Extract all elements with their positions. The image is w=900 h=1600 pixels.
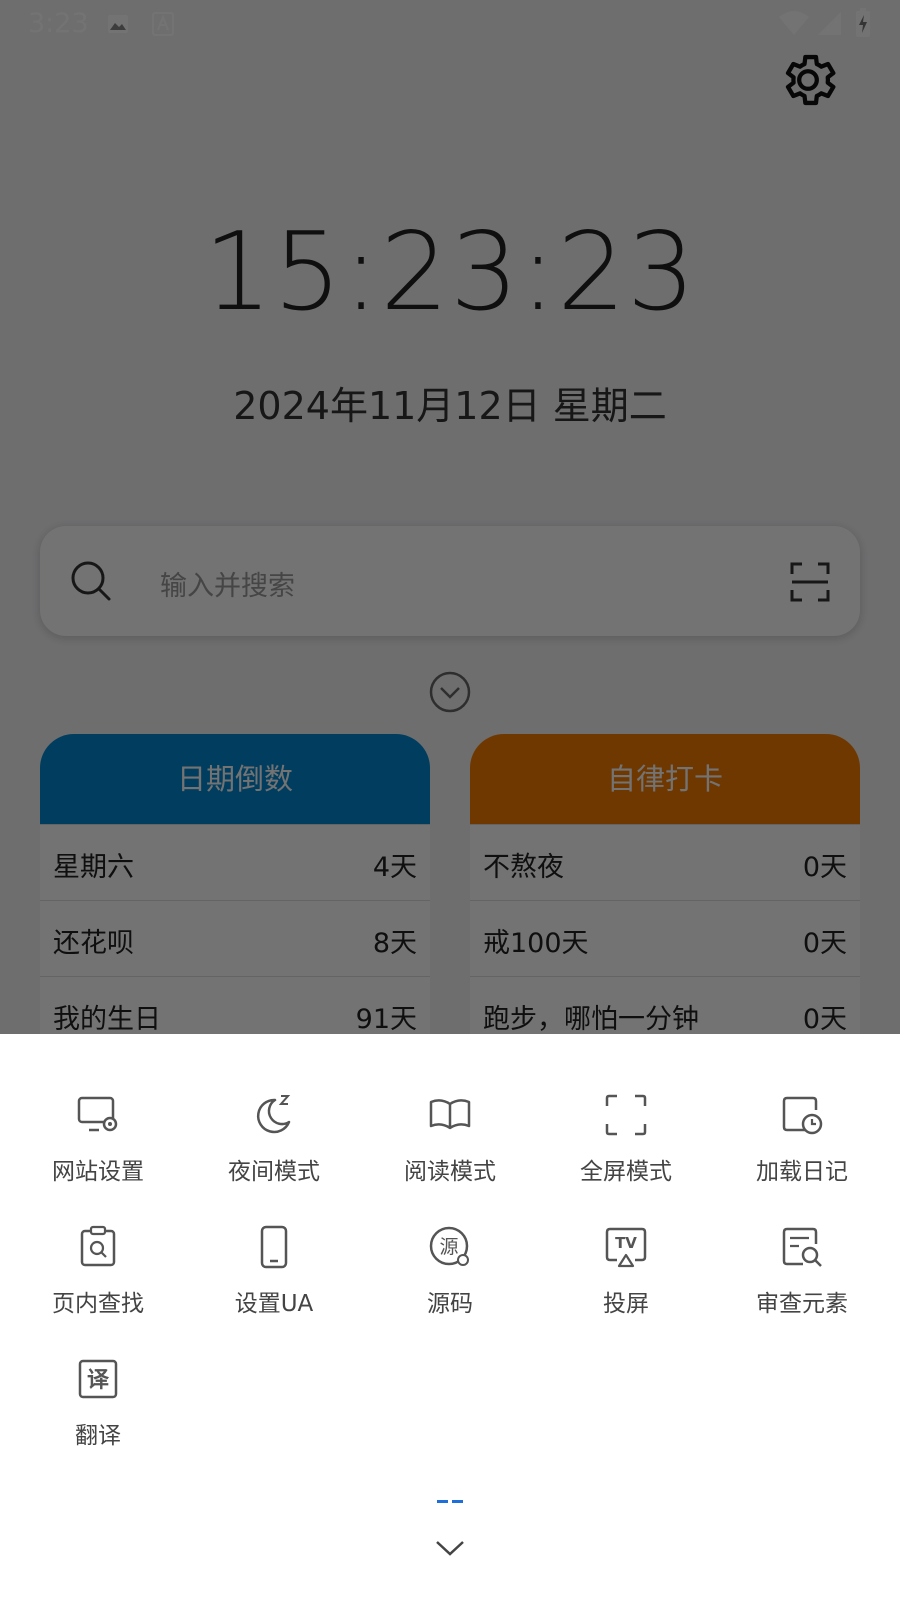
- log-clock-icon: [782, 1096, 823, 1135]
- item-name: 还花呗: [53, 928, 134, 959]
- item-value: 8天: [372, 928, 417, 959]
- menu-label: 投屏: [603, 1291, 649, 1317]
- search-icon: [71, 561, 111, 601]
- status-time: 3:23: [28, 8, 89, 39]
- search-input[interactable]: 输入并搜索: [160, 564, 295, 603]
- chevron-down-icon[interactable]: [434, 1538, 466, 1558]
- menu-item-translate[interactable]: 译 翻译: [10, 1356, 186, 1450]
- menu-label: 全屏模式: [580, 1159, 672, 1185]
- home-screen: 3:23 15:23:23 2024年11月12日 星期二 输入并搜索 日期倒数…: [0, 0, 900, 1034]
- clipboard-search-icon: [80, 1225, 116, 1267]
- menu-item-find-in-page[interactable]: 页内查找: [10, 1224, 186, 1318]
- menu-item-fullscreen[interactable]: 全屏模式: [538, 1092, 714, 1186]
- countdown-card-title: 日期倒数: [40, 734, 430, 824]
- book-icon: [429, 1099, 471, 1130]
- cast-tv-icon: TV: [605, 1227, 647, 1268]
- list-item[interactable]: 我的生日 91天: [40, 976, 430, 1034]
- item-name: 不熬夜: [483, 852, 564, 883]
- source-glyph: 源: [439, 1236, 458, 1258]
- checkin-card-title: 自律打卡: [470, 734, 860, 824]
- checkin-card[interactable]: 自律打卡 不熬夜 0天 戒100天 0天 跑步，哪怕一分钟 0天: [470, 734, 860, 1034]
- cast-glyph: TV: [615, 1234, 637, 1252]
- menu-item-site-settings[interactable]: 网站设置: [10, 1092, 186, 1186]
- menu-item-load-log[interactable]: 加载日记: [714, 1092, 890, 1186]
- clock-date: 2024年11月12日 星期二: [233, 384, 667, 428]
- menu-label: 翻译: [75, 1423, 121, 1449]
- image-notification-icon: [108, 15, 128, 33]
- list-item[interactable]: 戒100天 0天: [470, 900, 860, 976]
- menu-label: 阅读模式: [404, 1159, 496, 1185]
- item-name: 跑步，哪怕一分钟: [483, 1004, 699, 1034]
- translate-glyph: 译: [87, 1368, 110, 1393]
- monitor-gear-icon: [77, 1096, 118, 1132]
- menu-label: 页内查找: [52, 1291, 144, 1317]
- cellular-signal-icon: [818, 12, 841, 35]
- item-value: 0天: [802, 852, 847, 883]
- list-item[interactable]: 星期六 4天: [40, 824, 430, 900]
- font-notification-icon: [152, 12, 174, 36]
- menu-label: 审查元素: [756, 1291, 848, 1317]
- status-bar: 3:23: [0, 0, 900, 48]
- menu-label: 源码: [427, 1291, 473, 1317]
- item-name: 戒100天: [483, 928, 589, 959]
- list-item[interactable]: 跑步，哪怕一分钟 0天: [470, 976, 860, 1034]
- page-indicator: [437, 1488, 467, 1507]
- menu-item-night-mode[interactable]: 夜间模式: [186, 1092, 362, 1186]
- menu-label: 网站设置: [52, 1159, 144, 1185]
- fullscreen-icon: [605, 1094, 647, 1136]
- phone-icon: [260, 1225, 288, 1269]
- scan-icon[interactable]: [790, 562, 830, 602]
- menu-label: 设置UA: [234, 1291, 314, 1317]
- search-bar[interactable]: 输入并搜索: [40, 526, 860, 636]
- item-value: 0天: [802, 1004, 847, 1034]
- wifi-icon: [779, 11, 809, 35]
- menu-item-cast[interactable]: TV 投屏: [538, 1224, 714, 1318]
- menu-item-source-code[interactable]: 源 源码: [362, 1224, 538, 1318]
- menu-item-reading-mode[interactable]: 阅读模式: [362, 1092, 538, 1186]
- clock-time: 15:23:23: [203, 210, 697, 335]
- menu-label: 加载日记: [756, 1159, 848, 1185]
- menu-item-inspect[interactable]: 审查元素: [714, 1224, 890, 1318]
- list-item[interactable]: 还花呗 8天: [40, 900, 430, 976]
- inspect-icon: [782, 1227, 822, 1267]
- translate-icon: 译: [78, 1359, 118, 1399]
- expand-chevron-circle-icon[interactable]: [428, 670, 472, 714]
- menu-label: 夜间模式: [228, 1159, 320, 1185]
- list-item[interactable]: 不熬夜 0天: [470, 824, 860, 900]
- item-name: 我的生日: [53, 1004, 161, 1034]
- settings-gear-icon[interactable]: [776, 48, 840, 112]
- menu-item-set-ua[interactable]: 设置UA: [186, 1224, 362, 1318]
- item-value: 0天: [802, 928, 847, 959]
- countdown-card[interactable]: 日期倒数 星期六 4天 还花呗 8天 我的生日 91天: [40, 734, 430, 1034]
- battery-charging-icon: [856, 8, 870, 37]
- source-icon: 源: [429, 1226, 469, 1266]
- moon-icon: [256, 1095, 291, 1134]
- item-name: 星期六: [53, 852, 134, 883]
- item-value: 91天: [355, 1004, 417, 1034]
- item-value: 4天: [372, 852, 417, 883]
